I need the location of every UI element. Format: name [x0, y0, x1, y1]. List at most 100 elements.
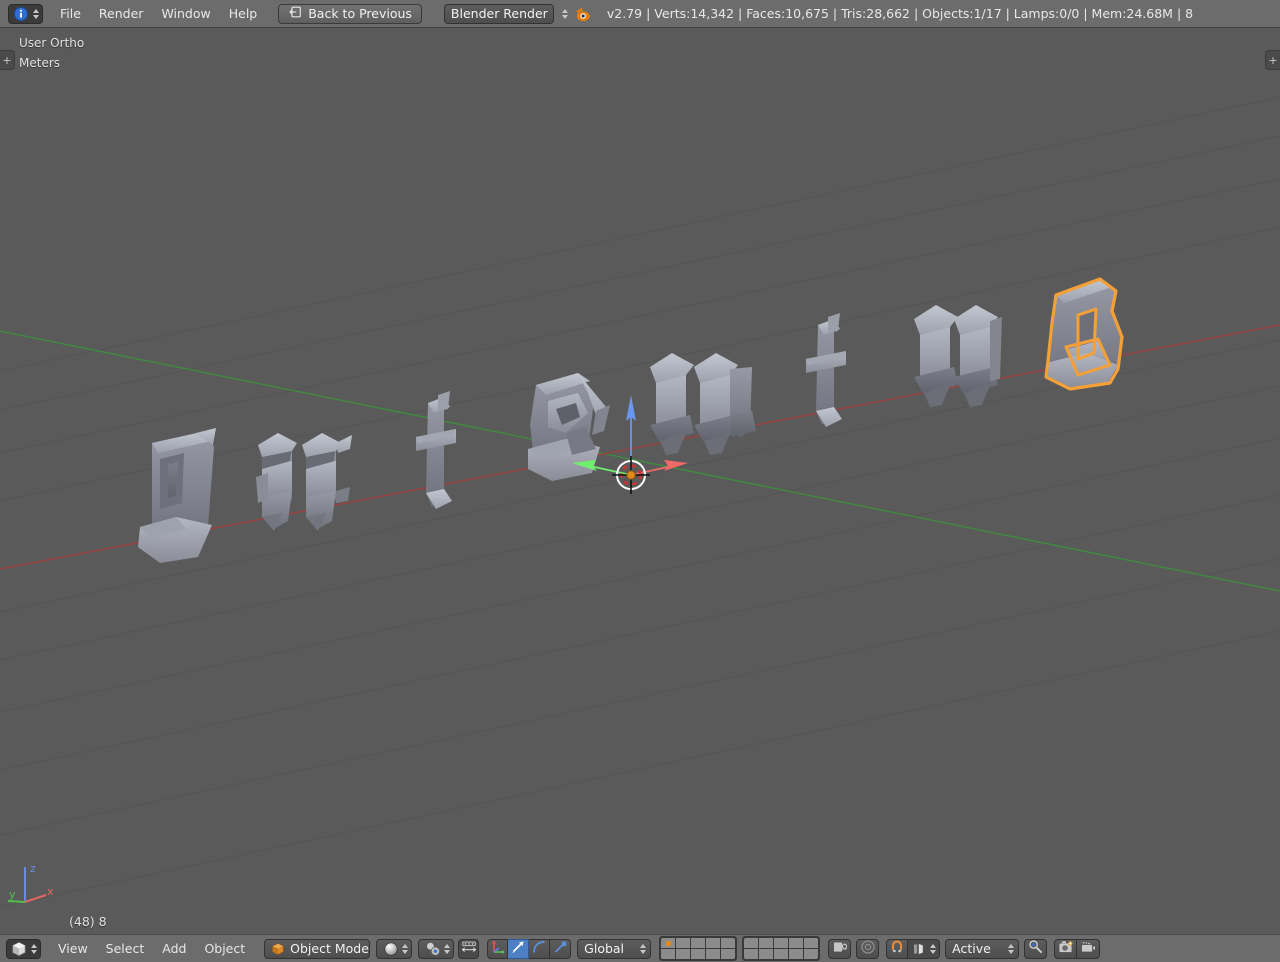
object-letter-3	[416, 391, 456, 509]
menu-render[interactable]: Render	[90, 4, 153, 24]
layer-cell[interactable]	[676, 949, 691, 959]
layer-cell[interactable]	[759, 949, 774, 959]
menu-select[interactable]: Select	[97, 939, 154, 959]
status-info-text: v2.79 | Verts:14,342 | Faces:10,675 | Tr…	[606, 5, 1194, 21]
translate-manipulator-button[interactable]	[487, 938, 509, 959]
snap-align-rotation-icon	[1028, 939, 1044, 958]
render-animation-icon	[1080, 940, 1096, 957]
rotate-manipulator-icon	[510, 939, 526, 958]
back-to-previous-label: Back to Previous	[308, 6, 412, 21]
render-buttons-group[interactable]	[1054, 938, 1101, 959]
snap-magnet-icon	[889, 939, 905, 958]
layer-cell[interactable]	[789, 949, 804, 959]
render-engine-spinner[interactable]	[561, 8, 568, 19]
3d-viewport[interactable]: z x y User Ortho Meters (48) 8 + +	[0, 29, 1280, 934]
editor-type-spinner[interactable]	[33, 8, 39, 19]
layer-block-1[interactable]	[659, 936, 738, 961]
view3d-editor-icon	[11, 941, 27, 957]
layer-cell[interactable]	[744, 949, 759, 959]
snap-target-spinner[interactable]	[1008, 943, 1015, 954]
editor-type-selector-view3d[interactable]	[6, 938, 41, 959]
object-letter-7	[914, 305, 1002, 407]
render-engine-dropdown[interactable]: Blender Render	[443, 3, 568, 24]
back-to-previous-button[interactable]: Back to Previous	[278, 3, 422, 24]
menu-help[interactable]: Help	[220, 4, 267, 24]
axis-gizmo: z x y	[7, 862, 54, 903]
layer-block-2[interactable]	[742, 936, 821, 961]
proportional-edit-icon	[860, 939, 876, 958]
layer-cell[interactable]	[676, 938, 691, 948]
layer-cell[interactable]	[706, 938, 721, 948]
transform-orientation-spinner[interactable]	[640, 943, 647, 954]
render-animation-button[interactable]	[1077, 938, 1101, 959]
layer-cell[interactable]	[721, 949, 736, 959]
proportional-edit-button[interactable]	[856, 938, 880, 959]
snap-toggle-button[interactable]	[886, 938, 909, 959]
render-image-button[interactable]	[1054, 938, 1078, 959]
svg-text:z: z	[30, 862, 36, 875]
menu-object[interactable]: Object	[195, 939, 254, 959]
translate-manipulator-icon	[490, 939, 506, 958]
layer-cell[interactable]	[774, 949, 789, 959]
menu-window[interactable]: Window	[152, 4, 219, 24]
lock-object-modes-icon	[832, 940, 848, 957]
snap-element-increment-icon	[911, 941, 927, 957]
layer-cell[interactable]	[759, 938, 774, 948]
blender-logo-icon	[574, 6, 592, 22]
menu-view[interactable]: View	[49, 939, 97, 959]
info-editor-icon	[13, 6, 29, 22]
transform-orientation-dropdown[interactable]: Global	[577, 938, 652, 959]
manipulator-toggle-button[interactable]	[458, 938, 480, 959]
scale-manipulator-button[interactable]	[550, 938, 572, 959]
layer-cell[interactable]	[661, 949, 676, 959]
interaction-mode-dropdown[interactable]: Object Mode	[264, 938, 389, 959]
rotate-arc-button[interactable]	[529, 938, 551, 959]
layer-cell[interactable]	[661, 938, 676, 948]
menu-file[interactable]: File	[51, 4, 90, 24]
layer-cell[interactable]	[804, 938, 819, 948]
object-letter-4	[528, 373, 610, 481]
interaction-mode-label: Object Mode	[290, 941, 369, 956]
object-letter-1	[138, 428, 216, 563]
object-letter-9-selected	[1044, 277, 1124, 391]
layer-cell[interactable]	[691, 949, 706, 959]
pivot-point-dropdown[interactable]	[418, 938, 455, 959]
snap-element-dropdown[interactable]	[908, 938, 941, 959]
manipulator-mode-group[interactable]	[487, 938, 572, 959]
lock-object-modes-button[interactable]	[828, 938, 852, 959]
svg-text:x: x	[47, 885, 54, 898]
object-letter-6	[806, 313, 846, 427]
layer-cell[interactable]	[804, 949, 819, 959]
snap-target-dropdown[interactable]: Active	[945, 938, 1020, 959]
toolshelf-toggle-tab[interactable]: +	[0, 50, 15, 70]
viewport-shading-spinner[interactable]	[402, 943, 409, 954]
solid-shading-icon	[383, 941, 399, 957]
snap-target-label: Active	[952, 941, 991, 956]
scale-manipulator-icon	[552, 939, 568, 958]
object-letter-5	[650, 353, 756, 455]
info-editor-header: File Render Window Help Back to Previous…	[0, 0, 1280, 28]
editor-type-selector-info[interactable]	[8, 3, 43, 24]
properties-toggle-tab[interactable]: +	[1265, 50, 1280, 70]
viewport-shading-dropdown[interactable]	[376, 938, 413, 959]
pivot-point-spinner[interactable]	[444, 943, 451, 954]
object-mode-icon	[271, 942, 285, 956]
view3d-editor-spinner[interactable]	[31, 943, 37, 954]
snap-element-spinner[interactable]	[930, 943, 937, 954]
render-engine-label: Blender Render	[450, 6, 548, 21]
manipulator-toggle-icon	[461, 940, 477, 957]
layer-cell[interactable]	[721, 938, 736, 948]
snap-align-rotation-button[interactable]	[1024, 938, 1048, 959]
scene-layers[interactable]	[659, 936, 821, 961]
rotate-manipulator-button[interactable]	[508, 938, 530, 959]
layer-cell[interactable]	[706, 949, 721, 959]
viewport-canvas: z x y	[0, 96, 1280, 908]
layer-cell[interactable]	[774, 938, 789, 948]
transform-orientation-label: Global	[584, 941, 625, 956]
menu-add[interactable]: Add	[153, 939, 195, 959]
object-letter-2	[256, 433, 352, 531]
layer-cell[interactable]	[789, 938, 804, 948]
rotate-manipulator-arc-icon	[531, 939, 547, 958]
layer-cell[interactable]	[744, 938, 759, 948]
layer-cell[interactable]	[691, 938, 706, 948]
